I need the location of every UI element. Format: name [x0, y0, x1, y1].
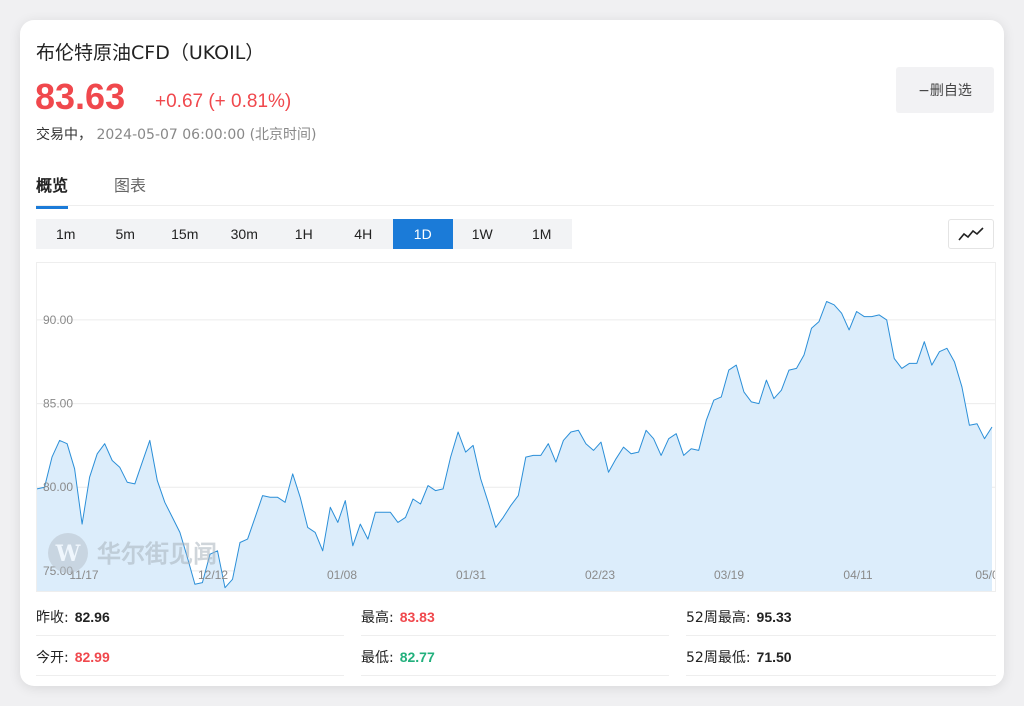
period-selector: 1m 5m 15m 30m 1H 4H 1D 1W 1M [36, 219, 572, 249]
trading-status: 交易中， 2024-05-07 06:00:00 (北京时间) [36, 124, 317, 144]
x-tick-label: 02/23 [585, 568, 615, 582]
stat-value: 82.77 [399, 648, 435, 665]
stat-value: 83.83 [399, 608, 435, 625]
stat-label: 最低: [361, 649, 394, 666]
stat-value: 71.50 [756, 648, 792, 665]
period-5m[interactable]: 5m [96, 219, 156, 249]
chart-type-toggle[interactable] [948, 219, 994, 249]
quote-card: 布伦特原油CFD（UKOIL） 83.63 +0.67 (+ 0.81%) 交易… [20, 20, 1004, 686]
period-1mo[interactable]: 1M [512, 219, 572, 249]
y-tick-label: 80.00 [43, 480, 73, 494]
stat-high: 最高: 83.83 [361, 598, 669, 636]
stat-label: 今开: [36, 649, 69, 666]
tab-overview[interactable]: 概览 [36, 172, 69, 209]
period-1m[interactable]: 1m [36, 219, 96, 249]
price-change: +0.67 (+ 0.81%) [155, 91, 292, 112]
status-label: 交易中， [36, 127, 92, 143]
stat-value: 82.96 [74, 608, 110, 625]
x-tick-label: 04/11 [843, 568, 872, 582]
price-chart-svg: 75.0080.0085.0090.0011/17 12/12 01/08 01/31… [37, 301, 996, 591]
x-tick-label: 05/0 [975, 568, 996, 582]
watermark-text: 华尔街见闻 [97, 539, 217, 568]
tab-bar: 概览 图表 [36, 172, 994, 209]
x-tick-label: 01/08 [327, 568, 357, 582]
stat-label: 最高: [361, 609, 394, 626]
stat-open: 今开: 82.99 [36, 638, 344, 676]
y-tick-label: 85.00 [43, 397, 73, 411]
stat-prev-close: 昨收: 82.96 [36, 598, 344, 636]
remove-watchlist-button[interactable]: −删自选 [896, 67, 994, 113]
watermark-w-glyph: W [55, 541, 81, 567]
period-30m[interactable]: 30m [215, 219, 275, 249]
stat-low: 最低: 82.77 [361, 638, 669, 676]
x-tick-label: 01/31 [456, 568, 486, 582]
stat-label: 52周最低: [686, 649, 751, 666]
x-tick-label: 03/19 [714, 568, 744, 582]
period-1h[interactable]: 1H [274, 219, 334, 249]
stat-52w-low: 52周最低: 71.50 [686, 638, 996, 676]
stat-label: 昨收: [36, 609, 69, 626]
period-15m[interactable]: 15m [155, 219, 215, 249]
quote-timestamp: 2024-05-07 06:00:00 (北京时间) [96, 127, 317, 143]
watermark-logo: W 华尔街见闻 [48, 533, 217, 573]
stat-52w-high: 52周最高: 95.33 [686, 598, 996, 636]
stat-label: 52周最高: [686, 609, 751, 626]
period-4h[interactable]: 4H [334, 219, 394, 249]
period-1w[interactable]: 1W [453, 219, 513, 249]
y-tick-label: 90.00 [43, 313, 73, 327]
period-1d[interactable]: 1D [393, 219, 453, 249]
price-chart[interactable]: 75.00 80.00 85.00 90.00 11/17 12/12 01/08 01/31… [36, 262, 996, 592]
stat-value: 95.33 [756, 608, 792, 625]
stat-value: 82.99 [74, 648, 110, 665]
tab-chart[interactable]: 图表 [114, 172, 146, 206]
instrument-title: 布伦特原油CFD（UKOIL） [36, 42, 265, 64]
x-tick-label: 12/12 [198, 568, 228, 582]
line-chart-icon [958, 227, 984, 241]
last-price: 83.63 [35, 76, 126, 117]
